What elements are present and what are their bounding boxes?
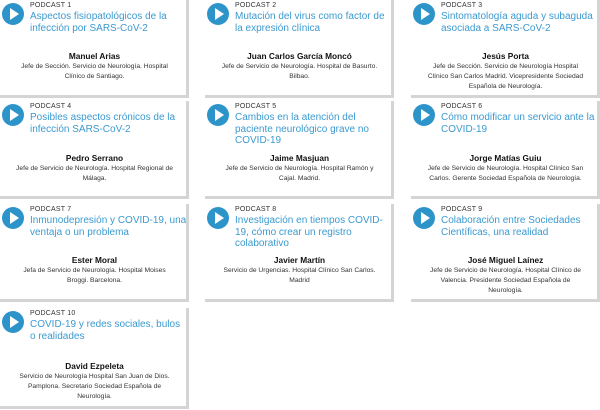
author-name: José Miguel Laínez [467,255,544,265]
play-icon[interactable] [413,207,435,229]
podcast-number: PODCAST 10 [30,310,76,317]
play-icon[interactable] [2,207,24,229]
author-role: Jefe de Sección. Servicio de Neurología … [427,63,584,90]
podcast-card: PODCAST 2 Mutación del virus como factor… [205,0,394,98]
podcast-card: PODCAST 6 Cómo modificar un servicio ant… [411,101,600,199]
podcast-number: PODCAST 3 [441,2,483,9]
author-name: Juan Carlos García Moncó [247,51,352,61]
play-icon[interactable] [413,3,435,25]
author-name: Javier Martín [273,255,326,265]
podcast-grid: PODCAST 1 Aspectos fisiopatológicos de l… [0,0,600,410]
author-role: Jefa de Servicio de Neurología. Hospital… [23,267,166,284]
podcast-number: PODCAST 1 [30,2,72,9]
play-icon[interactable] [413,104,435,126]
author-role: Jefe de Servicio de Neurología. Hospital… [430,267,581,294]
podcast-title[interactable]: Investigación en tiempos COVID-19, cómo … [235,215,391,250]
podcast-card: PODCAST 8 Investigación en tiempos COVID… [205,204,394,302]
podcast-number: PODCAST 7 [30,206,72,213]
podcast-number: PODCAST 8 [235,206,277,213]
podcast-card: PODCAST 10 COVID-19 y redes sociales, bu… [0,308,189,409]
author-role: Jefe de Servicio de Neurología. Hospital… [221,63,378,80]
podcast-title[interactable]: Sintomatología aguda y subaguda asociada… [441,11,597,34]
podcast-title[interactable]: Mutación del virus como factor de la exp… [235,11,391,34]
podcast-title[interactable]: Inmunodepresión y COVID-19, una ventaja … [30,215,186,238]
play-icon[interactable] [207,3,229,25]
podcast-title[interactable]: COVID-19 y redes sociales, bulos o reali… [30,319,186,342]
author-role: Jefe de Servicio de Neurología. Hospital… [16,165,173,182]
podcast-number: PODCAST 9 [441,206,483,213]
podcast-title[interactable]: Cambios en la atención del paciente neur… [235,112,391,147]
podcast-number: PODCAST 5 [235,103,277,110]
author-role: Jefe de Sección. Servicio de Neurología.… [21,63,168,80]
play-icon[interactable] [207,104,229,126]
author-role: Servicio de Urgencias. Hospital Clínico … [223,267,376,284]
podcast-card: PODCAST 3 Sintomatología aguda y subagud… [411,0,600,98]
author-role: Jefe de Servicio de Neurología. Hospital… [427,165,584,182]
podcast-title[interactable]: Colaboración entre Sociedades Científica… [441,215,597,238]
podcast-title[interactable]: Aspectos fisiopatológicos de la infecció… [30,11,186,34]
podcast-title[interactable]: Posibles aspectos crónicos de la infecci… [30,112,186,135]
podcast-number: PODCAST 2 [235,2,277,9]
author-name: David Ezpeleta [65,361,124,371]
author-name: Pedro Serrano [65,153,124,163]
author-role: Jefe de Servicio de Neurología. Hospital… [225,165,374,182]
podcast-title[interactable]: Cómo modificar un servicio ante la COVID… [441,112,597,135]
podcast-card: PODCAST 9 Colaboración entre Sociedades … [411,204,600,302]
podcast-card: PODCAST 5 Cambios en la atención del pac… [205,101,394,199]
podcast-card: PODCAST 4 Posibles aspectos crónicos de … [0,101,189,199]
podcast-number: PODCAST 4 [30,103,72,110]
author-name: Jaime Masjuan [269,153,330,163]
play-icon[interactable] [2,104,24,126]
author-role: Servicio de Neurología Hospital San Juan… [19,373,170,400]
podcast-card: PODCAST 1 Aspectos fisiopatológicos de l… [0,0,189,98]
podcast-card: PODCAST 7 Inmunodepresión y COVID-19, un… [0,204,189,302]
author-name: Jesús Porta [481,51,530,61]
play-icon[interactable] [207,207,229,229]
podcast-number: PODCAST 6 [441,103,483,110]
author-name: Jorge Matías Guiu [469,153,542,163]
author-name: Ester Moral [71,255,118,265]
play-icon[interactable] [2,311,24,333]
play-icon[interactable] [2,3,24,25]
author-name: Manuel Arias [68,51,121,61]
